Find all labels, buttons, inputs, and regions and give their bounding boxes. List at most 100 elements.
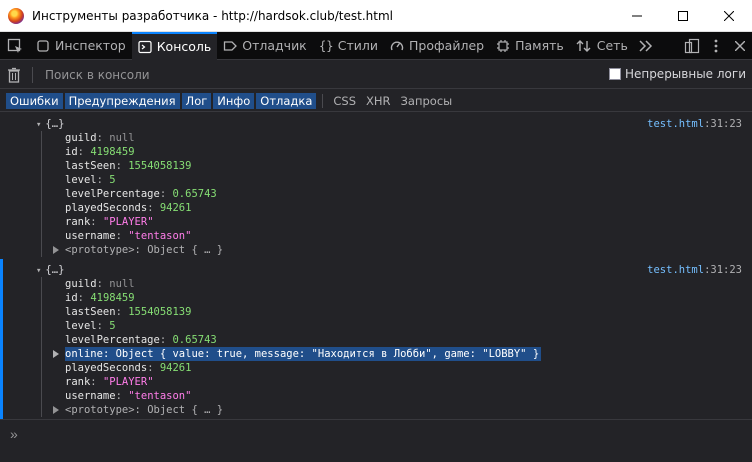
property-row[interactable]: guild: null <box>65 131 135 145</box>
property-row-highlighted[interactable]: online: Object { value: true, message: "… <box>65 347 542 361</box>
object-preview: {…} <box>45 264 65 276</box>
options-menu-button[interactable] <box>704 32 728 60</box>
filter-errors-button[interactable]: Ошибки <box>6 92 63 109</box>
maximize-button[interactable] <box>660 0 706 32</box>
property-row[interactable]: playedSeconds: 94261 <box>65 201 191 215</box>
console-filter-bar: Поиск в консоли Непрерывные логи <box>0 61 752 89</box>
more-tools-button[interactable] <box>634 32 658 60</box>
tab-profiler[interactable]: Профайлер <box>384 32 490 60</box>
property-key: online <box>65 348 103 360</box>
property-row[interactable]: lastSeen: 1554058139 <box>65 305 191 319</box>
property-key: playedSeconds <box>65 362 148 374</box>
property-value: null <box>109 278 135 290</box>
property-row[interactable]: username: "tentason" <box>65 389 191 403</box>
trash-icon <box>8 67 20 83</box>
property-key: level <box>65 320 97 332</box>
tab-debugger[interactable]: Отладчик <box>217 32 312 60</box>
dock-toggle-button[interactable] <box>680 32 704 60</box>
property-value: 0.65743 <box>172 334 217 346</box>
persist-logs-checkbox[interactable] <box>608 68 621 80</box>
filter-separator <box>32 66 33 83</box>
property-row[interactable]: guild: null <box>65 277 135 291</box>
message-location-link[interactable]: test.html:31:23 <box>647 263 742 277</box>
property-row[interactable]: levelPercentage: 0.65743 <box>65 187 217 201</box>
clear-console-button[interactable] <box>0 61 28 89</box>
tab-network[interactable]: Сеть <box>570 32 634 60</box>
filter-info-button[interactable]: Инфо <box>213 92 255 109</box>
property-value: 94261 <box>159 202 192 214</box>
property-value: "tentason" <box>128 390 192 402</box>
filter-css-button[interactable]: CSS <box>329 93 360 109</box>
debugger-icon <box>224 40 238 51</box>
property-value: 5 <box>109 320 116 332</box>
window-titlebar: Инструменты разработчика - http://hardso… <box>0 0 752 32</box>
persist-logs-label: Непрерывные логи <box>624 67 746 81</box>
property-row[interactable]: <prototype>: Object { … } <box>65 403 223 417</box>
element-picker-button[interactable] <box>0 32 30 60</box>
property-row[interactable]: id: 4198459 <box>65 291 135 305</box>
property-row[interactable]: <prototype>: Object { … } <box>65 243 223 257</box>
property-row[interactable]: username: "tentason" <box>65 229 191 243</box>
expand-arrow-button[interactable] <box>53 243 61 257</box>
property-row[interactable]: levelPercentage: 0.65743 <box>65 333 217 347</box>
close-button[interactable] <box>706 0 752 32</box>
property-value: 1554058139 <box>128 306 192 318</box>
property-value: "PLAYER" <box>102 376 154 388</box>
svg-text:{}: {} <box>319 39 333 53</box>
property-key: id <box>65 146 78 158</box>
tab-inspector[interactable]: Инспектор <box>30 32 132 60</box>
expand-arrow-button[interactable] <box>53 403 61 417</box>
close-devtools-button[interactable] <box>728 32 752 60</box>
property-row[interactable]: level: 5 <box>65 173 116 187</box>
filter-warnings-button[interactable]: Предупреждения <box>64 92 180 109</box>
expand-arrow-button[interactable] <box>53 347 61 361</box>
property-value: Object { … } <box>147 244 224 256</box>
property-value: 4198459 <box>90 146 135 158</box>
property-key: rank <box>65 376 91 388</box>
filter-requests-button[interactable]: Запросы <box>397 93 457 109</box>
tab-memory[interactable]: Память <box>490 32 570 60</box>
tab-console[interactable]: Консоль <box>131 31 218 60</box>
property-value: 5 <box>109 174 116 186</box>
location-file: test.html <box>647 264 705 276</box>
maximize-icon <box>678 11 688 21</box>
filter-log-button[interactable]: Лог <box>181 92 212 109</box>
property-row[interactable]: lastSeen: 1554058139 <box>65 159 191 173</box>
tree-guide-line <box>41 277 42 417</box>
object-header[interactable]: ▾ {…} <box>36 117 64 131</box>
property-key: username <box>65 390 116 402</box>
tab-memory-label: Память <box>515 38 564 53</box>
devtools-toolbar: Инспектор Консоль Отладчик {} Стили Проф… <box>0 31 752 60</box>
location-position: :31:23 <box>704 264 742 276</box>
console-input[interactable]: » <box>0 419 752 462</box>
property-value: 1554058139 <box>128 160 192 172</box>
tab-styles[interactable]: {} Стили <box>313 32 384 60</box>
persist-logs-toggle[interactable]: Непрерывные логи <box>608 67 746 81</box>
filter-xhr-button[interactable]: XHR <box>362 93 395 109</box>
console-message-selected: ▾ {…} test.html:31:23 guild: null id: 419… <box>0 259 752 419</box>
filter-debug-button[interactable]: Отладка <box>256 92 317 109</box>
object-header[interactable]: ▾ {…} <box>36 263 64 277</box>
inspector-icon <box>37 39 49 52</box>
property-row[interactable]: level: 5 <box>65 319 116 333</box>
object-preview: {…} <box>45 118 65 130</box>
property-row[interactable]: rank: "PLAYER" <box>65 375 154 389</box>
console-search-input[interactable]: Поиск в консоли <box>45 68 150 82</box>
window-title: Инструменты разработчика - http://hardso… <box>32 8 394 23</box>
property-row[interactable]: id: 4198459 <box>65 145 135 159</box>
responsive-design-icon <box>684 38 700 54</box>
property-row[interactable]: playedSeconds: 94261 <box>65 361 191 375</box>
property-value: "PLAYER" <box>102 216 154 228</box>
chevron-right-icon <box>53 350 59 358</box>
property-key: level <box>65 174 97 186</box>
category-filter-bar: Ошибки Предупреждения Лог Инфо Отладка C… <box>0 90 752 112</box>
message-location-link[interactable]: test.html:31:23 <box>647 117 742 131</box>
minimize-button[interactable] <box>614 0 660 32</box>
tree-guide-line <box>41 131 42 257</box>
property-key: guild <box>65 278 97 290</box>
expand-triangle-icon: ▾ <box>36 120 42 130</box>
minimize-icon <box>632 15 642 17</box>
property-value: Object { value: true, message: "Находитс… <box>115 348 540 360</box>
property-row[interactable]: rank: "PLAYER" <box>65 215 154 229</box>
gauge-icon <box>390 41 404 50</box>
